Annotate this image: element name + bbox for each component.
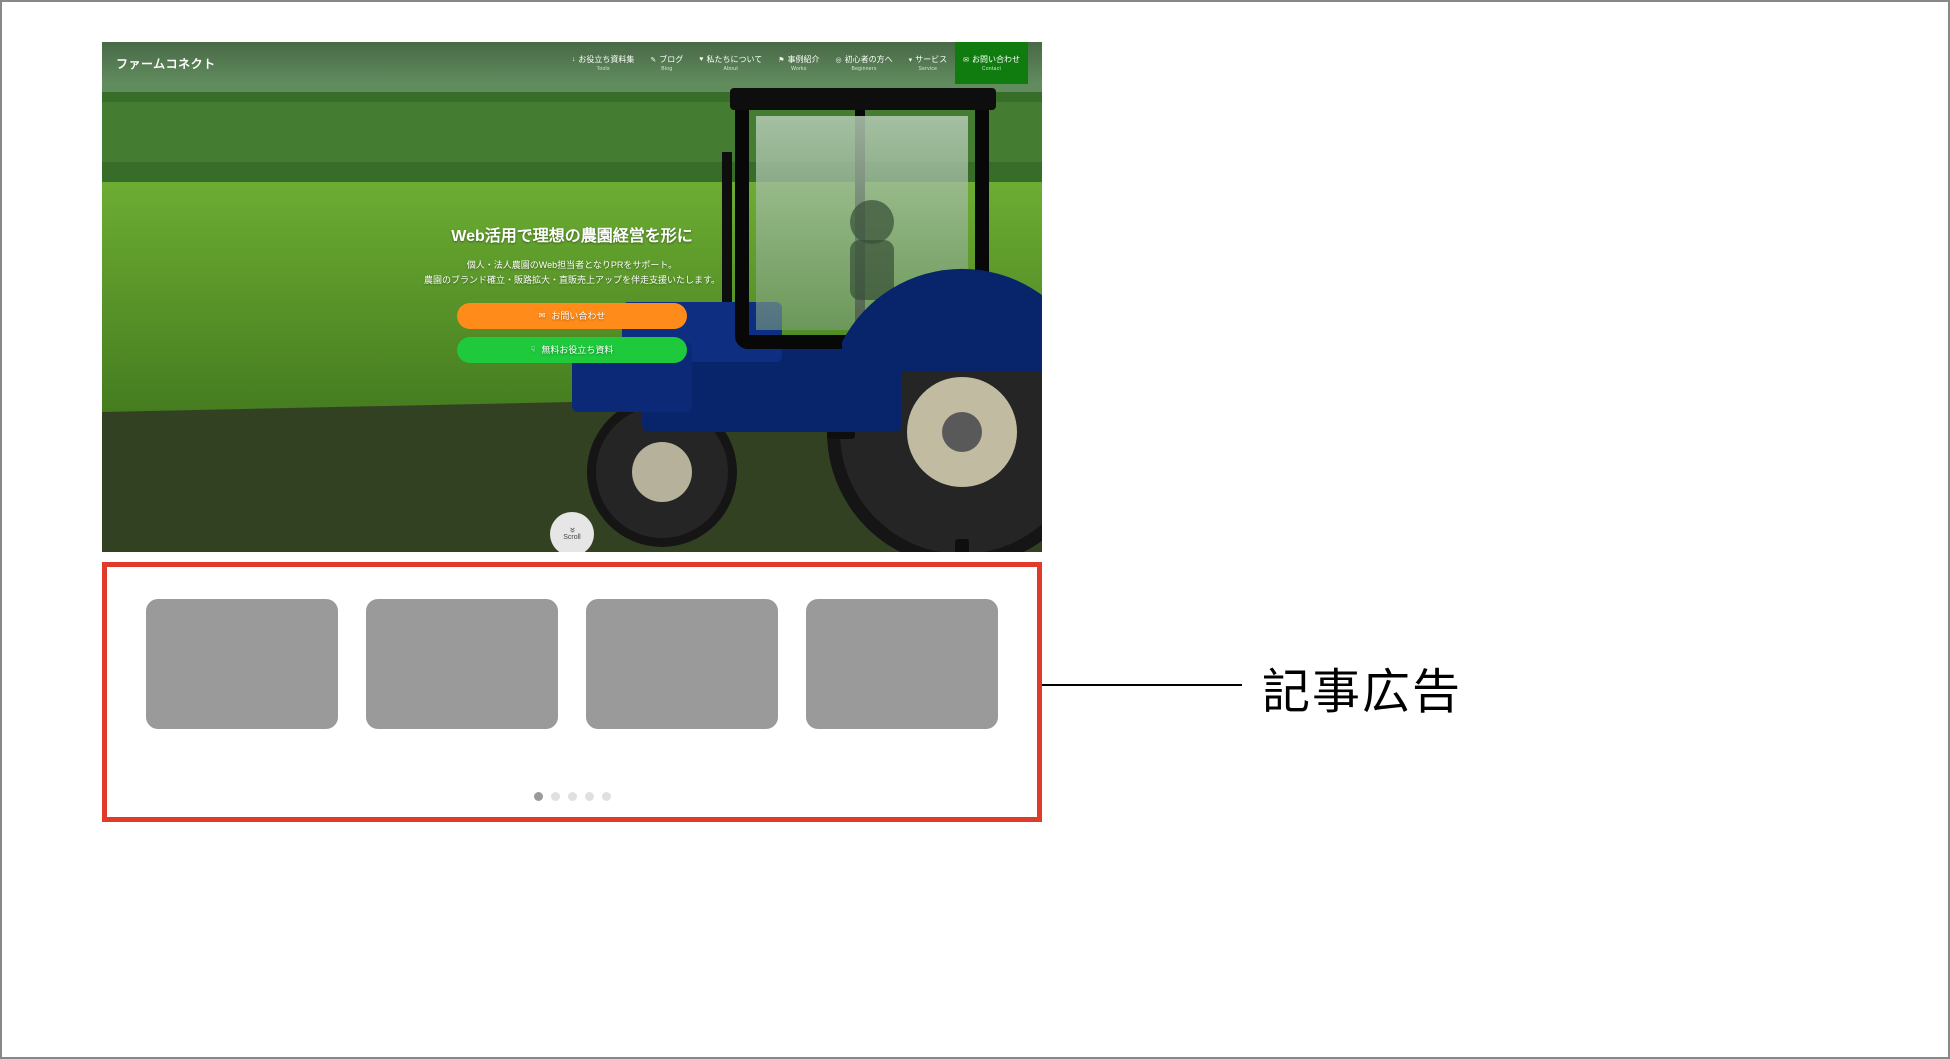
scroll-label: Scroll xyxy=(563,534,581,541)
carousel-card[interactable] xyxy=(366,599,558,729)
nav-item-blog[interactable]: ✎ブログ Blog xyxy=(642,42,691,84)
site-header: ファームコネクト ↓お役立ち資料集 Tools ✎ブログ Blog ♥私たちにつ… xyxy=(102,42,1042,84)
carousel-dot[interactable] xyxy=(534,792,543,801)
nav-sublabel: Tools xyxy=(597,66,610,72)
cta-free-docs-button[interactable]: ☟ 無料お役立ち資料 xyxy=(457,337,687,363)
mail-icon: ✉ xyxy=(963,56,969,64)
nav-sublabel: Contact xyxy=(982,66,1001,72)
hero-title: Web活用で理想の農園経営を形に xyxy=(451,222,693,246)
nav-item-works[interactable]: ⚑ 事例紹介 Works xyxy=(770,42,827,84)
nav-item-tools[interactable]: ↓お役立ち資料集 Tools xyxy=(564,42,643,84)
nav-label: ブログ xyxy=(659,54,683,65)
carousel-card[interactable] xyxy=(146,599,338,729)
nav-item-beginners[interactable]: ◎初心者の方へ Beginners xyxy=(828,42,901,84)
nav-sublabel: Service xyxy=(918,66,937,72)
carousel-dot[interactable] xyxy=(551,792,560,801)
annotation-leader-line xyxy=(1042,684,1242,686)
brand-logo-text[interactable]: ファームコネクト xyxy=(116,55,216,72)
pin-icon: ◎ xyxy=(836,56,842,64)
nav-sublabel: About xyxy=(723,66,738,72)
download-icon: ☟ xyxy=(531,345,536,354)
cta-contact-button[interactable]: ✉ お問い合わせ xyxy=(457,303,687,329)
mail-icon: ✉ xyxy=(539,311,546,320)
nav-label: サービス xyxy=(915,54,947,65)
scroll-indicator[interactable]: » Scroll xyxy=(550,512,594,552)
carousel-dot[interactable] xyxy=(568,792,577,801)
button-label: 無料お役立ち資料 xyxy=(541,343,613,356)
download-icon: ↓ xyxy=(572,56,576,63)
hero-copy: Web活用で理想の農園経営を形に 個人・法人農園のWeb担当者となりPRをサポー… xyxy=(102,222,1042,371)
hero-subtitle: 個人・法人農園のWeb担当者となりPRをサポート。 農園のブランド確立・販路拡大… xyxy=(424,258,720,289)
carousel-track xyxy=(107,599,1037,729)
carousel-card[interactable] xyxy=(806,599,998,729)
nav-label: 事例紹介 xyxy=(788,54,820,65)
nav-item-contact[interactable]: ✉お問い合わせ Contact xyxy=(955,42,1028,84)
button-label: お問い合わせ xyxy=(551,309,605,322)
carousel-dots xyxy=(107,792,1037,801)
carousel-card[interactable] xyxy=(586,599,778,729)
nav-sublabel: Blog xyxy=(661,66,672,72)
primary-nav: ↓お役立ち資料集 Tools ✎ブログ Blog ♥私たちについて About … xyxy=(564,42,1028,84)
nav-label: お役立ち資料集 xyxy=(578,54,634,65)
website-hero-screenshot: ファームコネクト ↓お役立ち資料集 Tools ✎ブログ Blog ♥私たちにつ… xyxy=(102,42,1042,552)
heart-icon: ♥ xyxy=(699,56,703,63)
chevron-down-icon: » xyxy=(569,527,575,533)
hero-sub-line-1: 個人・法人農園のWeb担当者となりPRをサポート。 xyxy=(424,258,720,273)
nav-item-about[interactable]: ♥私たちについて About xyxy=(691,42,770,84)
nav-label: 私たちについて xyxy=(706,54,762,65)
nav-label: 初心者の方へ xyxy=(845,54,893,65)
flag-icon: ⚑ xyxy=(778,56,784,64)
nav-sublabel: Beginners xyxy=(851,66,876,72)
nav-label: お問い合わせ xyxy=(972,54,1020,65)
carousel-dot[interactable] xyxy=(585,792,594,801)
pencil-icon: ✎ xyxy=(650,56,656,64)
article-ad-highlight xyxy=(102,562,1042,822)
chevron-down-icon: ▾ xyxy=(909,56,913,64)
nav-item-service[interactable]: ▾サービス Service xyxy=(901,42,956,84)
annotation-label: 記事広告 xyxy=(1262,652,1462,722)
hero-sub-line-2: 農園のブランド確立・販路拡大・直販売上アップを伴走支援いたします。 xyxy=(424,273,720,288)
nav-sublabel: Works xyxy=(791,66,807,72)
carousel-dot[interactable] xyxy=(602,792,611,801)
